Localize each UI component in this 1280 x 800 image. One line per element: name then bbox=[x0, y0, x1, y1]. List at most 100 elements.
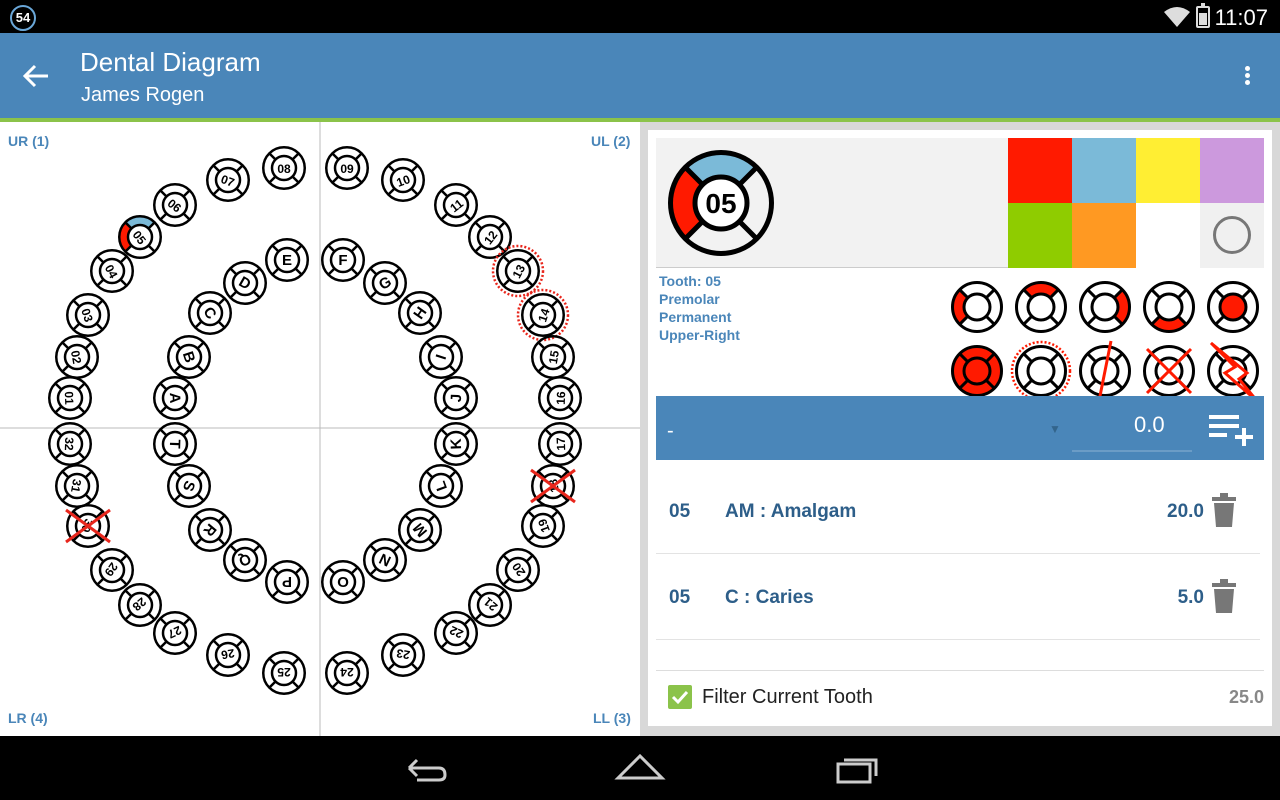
tooth-F[interactable]: F bbox=[321, 238, 365, 282]
tooth-I[interactable]: I bbox=[419, 335, 463, 379]
dotted-ring-tool[interactable] bbox=[1010, 340, 1072, 398]
tooth-28[interactable]: 28 bbox=[118, 583, 162, 627]
color-swatch-light-blue[interactable] bbox=[1072, 138, 1136, 203]
tooth-09[interactable]: 09 bbox=[325, 146, 369, 190]
tooth-label: 24 bbox=[340, 665, 354, 679]
nav-home-icon[interactable] bbox=[610, 748, 670, 788]
tooth-22[interactable]: 22 bbox=[434, 611, 478, 655]
tooth-A[interactable]: A bbox=[153, 376, 197, 420]
tooth-E[interactable]: E bbox=[265, 238, 309, 282]
tooth-B[interactable]: B bbox=[167, 335, 211, 379]
tooth-20[interactable]: 20 bbox=[496, 548, 540, 592]
procedure-tooth: 05 bbox=[669, 501, 691, 522]
color-swatch-clear[interactable] bbox=[1200, 203, 1264, 268]
bottom-surface-tool[interactable] bbox=[1143, 281, 1195, 333]
tooth-label: 23 bbox=[395, 646, 411, 662]
tooth-P[interactable]: P bbox=[265, 560, 309, 604]
tooth-06[interactable]: 06 bbox=[153, 183, 197, 227]
tooth-29[interactable]: 29 bbox=[90, 548, 134, 592]
tooth-26[interactable]: 26 bbox=[206, 633, 250, 677]
tooth-D[interactable]: D bbox=[223, 261, 267, 305]
color-swatch-orange[interactable] bbox=[1072, 203, 1136, 268]
nav-recents-icon[interactable] bbox=[828, 748, 888, 788]
procedure-row[interactable]: 05 AM : Amalgam 20.0 bbox=[656, 468, 1260, 554]
center-surface-tool[interactable] bbox=[1207, 281, 1259, 333]
tooth-R[interactable]: R bbox=[188, 508, 232, 552]
fee-input[interactable]: 0.0 bbox=[1134, 412, 1165, 438]
left-surface-tool[interactable] bbox=[951, 281, 1003, 333]
color-swatch-red[interactable] bbox=[1008, 138, 1072, 203]
tooth-H[interactable]: H bbox=[398, 291, 442, 335]
page-title: Dental Diagram bbox=[80, 47, 261, 77]
lightning-tool[interactable] bbox=[1207, 341, 1259, 398]
procedure-row[interactable]: 05 C : Caries 5.0 bbox=[656, 554, 1260, 640]
tooth-G[interactable]: G bbox=[363, 261, 407, 305]
all-surfaces-tool[interactable] bbox=[951, 345, 1003, 397]
tooth-J[interactable]: J bbox=[434, 376, 478, 420]
delete-icon[interactable] bbox=[1210, 578, 1238, 614]
delete-icon[interactable] bbox=[1210, 492, 1238, 528]
tooth-03[interactable]: 03 bbox=[66, 293, 110, 337]
tooth-Q[interactable]: Q bbox=[223, 538, 267, 582]
selected-tooth-preview: 05 bbox=[668, 150, 774, 256]
tooth-19[interactable]: 19 bbox=[521, 504, 565, 548]
procedure-code-selector[interactable]: - bbox=[667, 420, 674, 443]
tooth-T[interactable]: T bbox=[153, 422, 197, 466]
tooth-label: 26 bbox=[220, 646, 236, 662]
tooth-05[interactable]: 05 bbox=[118, 215, 162, 259]
extraction-cross-tool[interactable] bbox=[1143, 345, 1195, 397]
tooth-01[interactable]: 01 bbox=[48, 376, 92, 420]
tooth-O[interactable]: O bbox=[321, 560, 365, 604]
tooth-24[interactable]: 24 bbox=[325, 651, 369, 695]
tooth-S[interactable]: S bbox=[167, 464, 211, 508]
color-swatch-green[interactable] bbox=[1008, 203, 1072, 268]
status-time: 11:07 bbox=[1214, 5, 1268, 30]
color-swatch-lavender[interactable] bbox=[1200, 138, 1264, 203]
tooth-L[interactable]: L bbox=[419, 464, 463, 508]
tooth-30[interactable]: 30 bbox=[65, 504, 111, 548]
dentition-text: Permanent bbox=[659, 309, 732, 325]
filter-row: Filter Current Tooth 25.0 bbox=[656, 670, 1264, 726]
tooth-04[interactable]: 04 bbox=[90, 249, 134, 293]
tooth-16[interactable]: 16 bbox=[538, 376, 582, 420]
tooth-02[interactable]: 02 bbox=[55, 335, 99, 379]
tooth-23[interactable]: 23 bbox=[381, 633, 425, 677]
tooth-27[interactable]: 27 bbox=[153, 611, 197, 655]
dental-chart: 08 07 06 05 04 03 02 01 E D C B A 09 10 11 12 13 14 15 16 F G H… bbox=[0, 122, 640, 736]
filter-label[interactable]: Filter Current Tooth bbox=[702, 686, 873, 709]
tooth-18[interactable]: 18 bbox=[530, 464, 576, 508]
top-surface-tool[interactable] bbox=[1015, 281, 1067, 333]
notification-badge: 54 bbox=[10, 5, 36, 31]
tooth-13[interactable]: 13 bbox=[491, 244, 545, 298]
tooth-08[interactable]: 08 bbox=[262, 146, 306, 190]
tooth-14[interactable]: 14 bbox=[516, 288, 570, 342]
tooth-11[interactable]: 11 bbox=[434, 183, 478, 227]
tooth-C[interactable]: C bbox=[188, 291, 232, 335]
right-surface-tool[interactable] bbox=[1079, 281, 1131, 333]
add-procedure-icon[interactable] bbox=[1207, 409, 1255, 449]
tooth-M[interactable]: M bbox=[398, 508, 442, 552]
quadrant-lr-label: LR (4) bbox=[8, 710, 48, 726]
filter-checkbox[interactable] bbox=[668, 685, 692, 709]
tooth-25[interactable]: 25 bbox=[262, 651, 306, 695]
tooth-17[interactable]: 17 bbox=[538, 422, 582, 466]
tooth-31[interactable]: 31 bbox=[55, 464, 99, 508]
tooth-12[interactable]: 12 bbox=[468, 215, 512, 259]
tooth-15[interactable]: 15 bbox=[531, 335, 575, 379]
tooth-label: 25 bbox=[277, 665, 291, 679]
tooth-K[interactable]: K bbox=[434, 422, 478, 466]
tooth-N[interactable]: N bbox=[363, 538, 407, 582]
tooth-10[interactable]: 10 bbox=[381, 158, 425, 202]
patient-name: James Rogen bbox=[81, 84, 205, 106]
overflow-menu-icon[interactable] bbox=[1232, 60, 1262, 92]
tooth-32[interactable]: 32 bbox=[48, 422, 92, 466]
dropdown-caret-icon[interactable]: ▼ bbox=[1049, 422, 1061, 436]
color-swatch-yellow[interactable] bbox=[1136, 138, 1200, 203]
back-arrow-icon[interactable] bbox=[18, 60, 58, 92]
tooth-label: 17 bbox=[554, 437, 568, 451]
nav-back-icon[interactable] bbox=[395, 748, 455, 788]
color-swatch-white[interactable] bbox=[1136, 203, 1200, 268]
tooth-21[interactable]: 21 bbox=[468, 583, 512, 627]
fracture-line-tool[interactable] bbox=[1079, 340, 1131, 398]
tooth-07[interactable]: 07 bbox=[206, 158, 250, 202]
